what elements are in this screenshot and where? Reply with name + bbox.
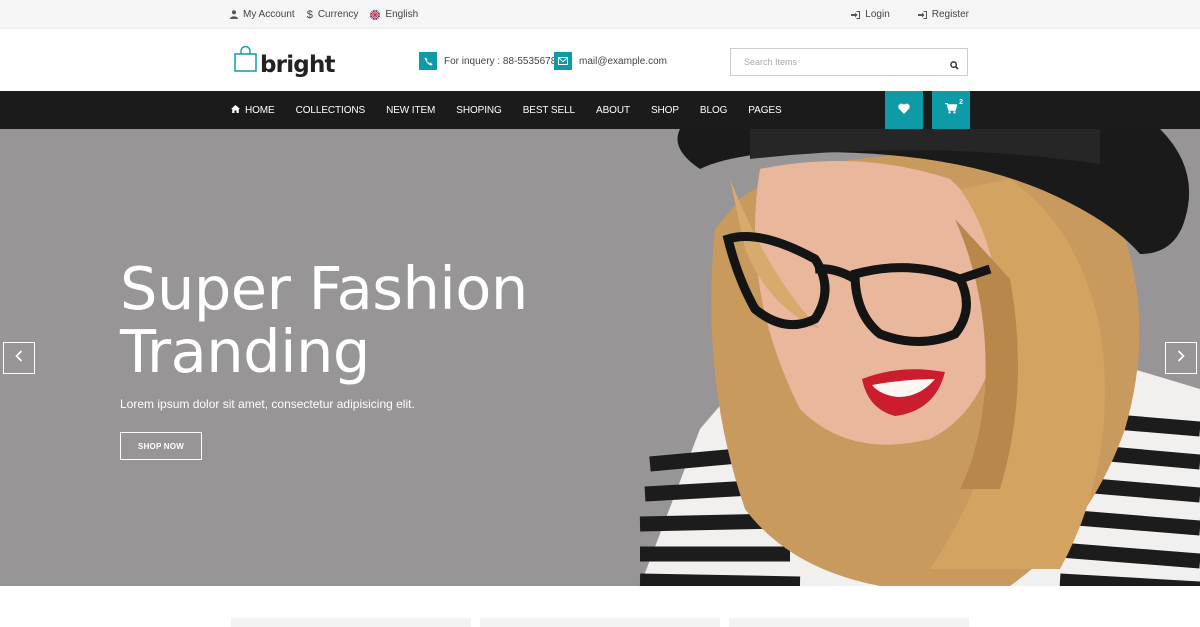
login-link[interactable]: Login [851, 9, 890, 20]
slider-next-button[interactable] [1165, 342, 1197, 374]
feature-card [729, 618, 969, 627]
register-label: Register [931, 9, 969, 20]
feature-card [480, 618, 720, 627]
main-nav: HOME COLLECTIONS NEW ITEM SHOPING BEST S… [0, 91, 1200, 129]
feature-card [231, 618, 471, 627]
dollar-icon: $ [306, 8, 313, 21]
phone-text: For inquery : 88-5535678 [444, 55, 557, 67]
top-bar-right: Login Register [851, 0, 969, 29]
search-icon[interactable] [950, 57, 959, 75]
nav-item-pages[interactable]: PAGES [748, 105, 781, 116]
currency-link[interactable]: $ Currency [307, 9, 359, 21]
sign-in-icon [917, 10, 927, 19]
nav-item-label: BLOG [699, 104, 728, 116]
login-label: Login [865, 9, 890, 20]
nav-item-label: BEST SELL [522, 104, 575, 116]
register-link[interactable]: Register [917, 9, 969, 20]
hero-title: Super Fashion Tranding [120, 257, 528, 383]
top-bar-left: My Account $ Currency English [230, 0, 418, 29]
hero-title-line1: Super Fashion [120, 254, 528, 323]
nav-item-shoping[interactable]: SHOPING [456, 104, 502, 116]
slider-prev-button[interactable] [3, 342, 35, 374]
header: bright For inquery : 88-5535678 mail@exa… [0, 29, 1200, 91]
shop-now-button[interactable]: SHOP NOW [120, 432, 202, 460]
language-label: English [385, 9, 419, 20]
hero-title-line2: Tranding [120, 317, 370, 386]
sign-in-icon [851, 10, 861, 19]
heart-icon [898, 101, 910, 119]
my-account-label: My Account [243, 9, 295, 20]
home-icon [231, 104, 240, 116]
nav-item-label: SHOP [650, 104, 679, 116]
my-account-link[interactable]: My Account [230, 9, 295, 20]
hero-slider: Super Fashion Tranding Lorem ipsum dolor… [0, 129, 1200, 586]
nav-item-home[interactable]: HOME [231, 104, 275, 116]
top-bar: My Account $ Currency English Login Regi… [0, 0, 1200, 29]
phone-contact: For inquery : 88-5535678 [419, 52, 556, 70]
currency-label: Currency [317, 9, 359, 20]
site-logo[interactable]: bright [234, 45, 336, 78]
nav-item-label: COLLECTIONS [295, 104, 366, 116]
language-link[interactable]: English [370, 9, 418, 20]
chevron-left-icon [15, 349, 23, 367]
cart-count-badge: 2 [959, 99, 963, 106]
nav-item-blog[interactable]: BLOG [700, 105, 727, 116]
nav-item-shop[interactable]: SHOP [651, 105, 679, 116]
cart-button[interactable]: 2 [932, 91, 970, 129]
search-box [730, 48, 968, 76]
uk-flag-icon [370, 9, 381, 20]
nav-item-new-item[interactable]: NEW ITEM [386, 105, 435, 116]
nav-item-label: NEW ITEM [386, 104, 436, 116]
user-icon [230, 10, 238, 19]
hero-subtitle: Lorem ipsum dolor sit amet, consectetur … [120, 397, 415, 411]
nav-item-label: HOME [245, 104, 275, 116]
logo-text: bright [260, 52, 336, 78]
below-hero-section [0, 586, 1200, 627]
nav-item-best-sell[interactable]: BEST SELL [523, 105, 575, 116]
shopping-cart-icon [945, 101, 958, 119]
nav-item-collections[interactable]: COLLECTIONS [295, 104, 366, 116]
nav-links: HOME COLLECTIONS NEW ITEM SHOPING BEST S… [231, 91, 782, 129]
nav-item-label: PAGES [748, 104, 782, 116]
email-text[interactable]: mail@example.com [579, 56, 667, 67]
nav-item-label: SHOPING [456, 104, 502, 116]
search-input[interactable] [731, 49, 931, 75]
envelope-icon [554, 52, 572, 70]
nav-item-label: ABOUT [596, 104, 630, 116]
shopping-bag-icon [234, 45, 257, 77]
phone-icon [419, 52, 437, 70]
nav-item-about[interactable]: ABOUT [596, 105, 630, 116]
wishlist-button[interactable] [885, 91, 923, 129]
email-contact: mail@example.com [554, 52, 667, 70]
chevron-right-icon [1177, 349, 1185, 367]
